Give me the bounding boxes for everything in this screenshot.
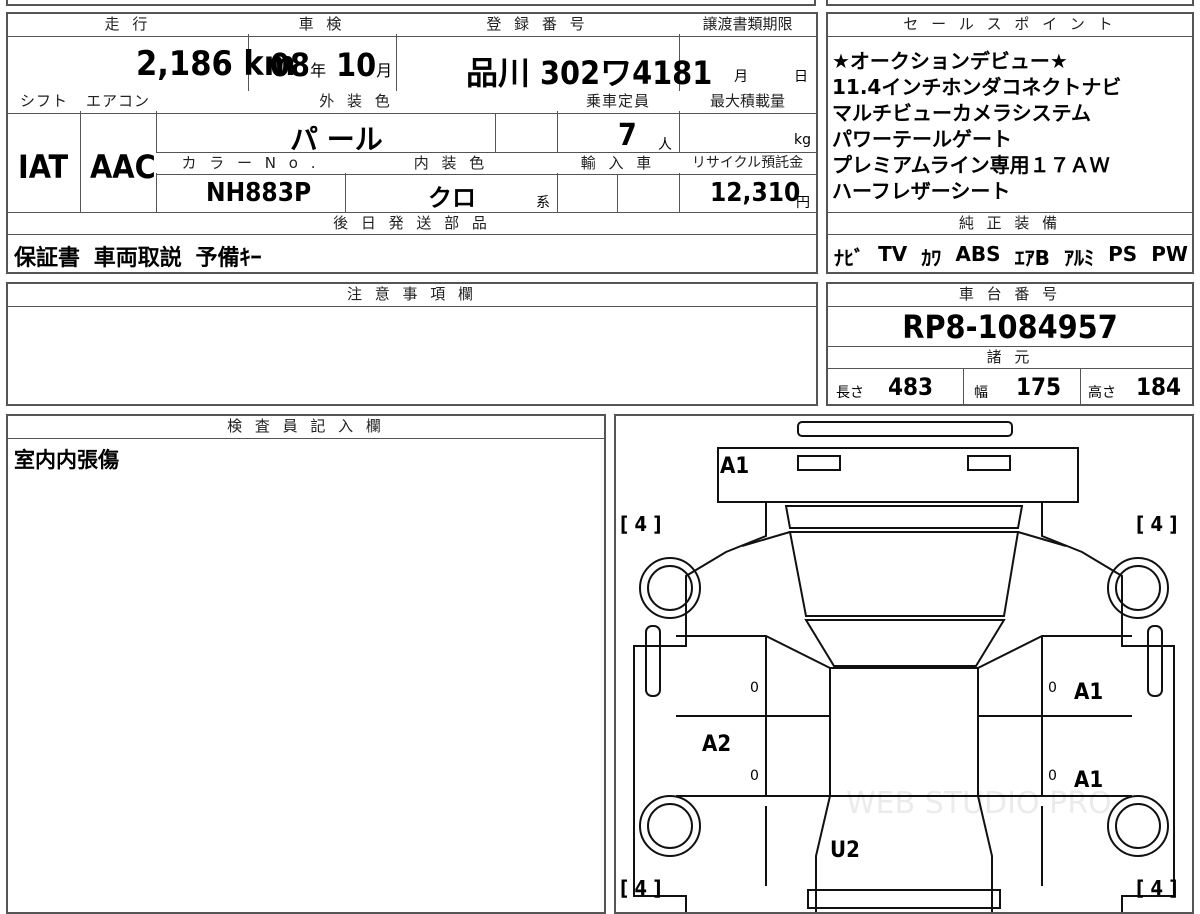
registration-value: 品川 302ワ4181: [466, 54, 713, 92]
sales-line: ★オークションデビュー★: [832, 49, 1068, 73]
capacity-value: 7: [618, 118, 637, 153]
transfer-deadline-label: 譲渡書類期限: [679, 14, 816, 34]
max-load-unit: kg: [794, 132, 811, 148]
transfer-month-unit: 月: [734, 69, 748, 85]
shaken-month: 10: [336, 46, 377, 84]
height-value: 184: [1136, 373, 1182, 401]
equipment-item: PW: [1151, 242, 1188, 266]
import-label: 輸 入 車: [557, 153, 679, 173]
equipment-item: PS: [1108, 242, 1138, 266]
mark-zero-right-rear: 0: [1048, 768, 1057, 784]
equipment-item: ｱﾙﾐ: [1063, 246, 1094, 270]
inspector-value: 室内内張傷: [14, 448, 119, 472]
sales-point-list: ★オークションデビュー★ 11.4インチホンダコネクトナビ マルチビューカメラシ…: [832, 48, 1121, 204]
mark-a1-right-front: A1: [1074, 680, 1104, 705]
sales-line: マルチビューカメラシステム: [832, 101, 1091, 125]
equipment-item: ｴｱB: [1014, 246, 1050, 270]
mark-u2-rear: U2: [830, 838, 860, 863]
sales-point-box: セ ー ル ス ポ イ ン ト ★オークションデビュー★ 11.4インチホンダコ…: [826, 12, 1194, 274]
height-label: 高さ: [1088, 385, 1116, 401]
registration-label: 登 録 番 号: [396, 14, 679, 34]
sales-line: ハーフレザーシート: [832, 179, 1011, 203]
shaken-year-unit: 年: [310, 61, 327, 80]
capacity-label: 乗車定員: [557, 91, 679, 111]
transfer-day-unit: 日: [794, 69, 808, 85]
int-color-value: クロ: [428, 184, 476, 212]
recycle-unit: 円: [796, 195, 810, 211]
later-parts-label: 後 日 発 送 部 品: [8, 213, 816, 233]
mileage-number: 2,186: [136, 44, 233, 84]
shaken-value: 08年 10月: [270, 46, 392, 84]
sales-point-label: セ ー ル ス ポ イ ン ト: [828, 14, 1192, 34]
tire-rear-right: [ 4 ]: [1136, 876, 1178, 900]
equipment-item: TV: [878, 242, 908, 266]
width-label: 幅: [974, 385, 988, 401]
vehicle-info-box: 走 行 車 検 登 録 番 号 譲渡書類期限 2,186 km 08年 10月 …: [6, 12, 818, 274]
length-value: 483: [888, 373, 934, 401]
later-parts-value: 保証書 車両取説 予備ｷｰ: [14, 246, 262, 271]
capacity-unit: 人: [658, 137, 672, 153]
specs-label: 諸 元: [828, 347, 1192, 367]
ac-value: AAC: [90, 148, 156, 186]
mileage-label: 走 行: [8, 14, 248, 34]
mark-a2-left: A2: [702, 732, 732, 757]
mark-a1-front: A1: [720, 454, 750, 479]
shift-label: シフト: [8, 91, 80, 111]
top-strip-right: [826, 0, 1194, 6]
damage-diagram-box: A1 A1 A1 A2 U2 0 0 0 0 [ 4 ] [ 4 ] [ 4 ]…: [614, 414, 1194, 914]
shift-value: IAT: [18, 148, 69, 186]
width-value: 175: [1016, 373, 1062, 401]
sales-line: プレミアムライン専用１７ＡＷ: [832, 153, 1110, 177]
sales-line: 11.4インチホンダコネクトナビ: [832, 75, 1122, 99]
recycle-value: 12,310: [710, 178, 801, 208]
notes-label: 注 意 事 項 欄: [8, 284, 816, 304]
equipment-item: ﾅﾋﾞ: [834, 246, 864, 270]
shaken-year: 08: [270, 46, 311, 84]
inspector-label: 検 査 員 記 入 欄: [8, 416, 604, 436]
equipment-list: ﾅﾋﾞ TV ｶﾜ ABS ｴｱB ｱﾙﾐ PS PW: [834, 242, 1188, 271]
length-label: 長さ: [836, 385, 864, 401]
mark-zero-left-rear: 0: [750, 768, 759, 784]
mark-zero-right-front: 0: [1048, 680, 1057, 696]
equipment-label: 純 正 装 備: [828, 213, 1192, 233]
chassis-value: RP8-1084957: [902, 308, 1118, 346]
int-color-unit: 系: [536, 195, 550, 211]
int-color-label: 内 装 色: [345, 153, 557, 173]
mark-zero-left-front: 0: [750, 680, 759, 696]
ext-color-label: 外 装 色: [156, 91, 557, 111]
top-strip: [6, 0, 816, 6]
car-diagram: [633, 421, 1175, 912]
color-no-label: カ ラ ー N o .: [156, 153, 345, 173]
shaken-month-unit: 月: [376, 61, 393, 80]
ac-label: エアコン: [80, 91, 156, 111]
inspector-box: 検 査 員 記 入 欄 室内内張傷: [6, 414, 606, 914]
max-load-label: 最大積載量: [679, 91, 816, 111]
tire-rear-left: [ 4 ]: [620, 876, 662, 900]
sales-line: パワーテールゲート: [832, 127, 1012, 151]
chassis-box: 車 台 番 号 RP8-1084957 諸 元 長さ 483 幅 175 高さ …: [826, 282, 1194, 406]
color-no-value: NH883P: [206, 178, 312, 208]
chassis-label: 車 台 番 号: [828, 284, 1192, 304]
recycle-label: リサイクル預託金: [679, 153, 816, 173]
shaken-label: 車 検: [248, 14, 396, 34]
notes-box: 注 意 事 項 欄: [6, 282, 818, 406]
tire-front-right: [ 4 ]: [1136, 512, 1178, 536]
equipment-item: ｶﾜ: [921, 246, 942, 270]
watermark: WEB STUDIO PRO: [846, 786, 1112, 821]
ext-color-value: パ ール: [290, 123, 383, 156]
equipment-item: ABS: [955, 242, 1001, 266]
tire-front-left: [ 4 ]: [620, 512, 662, 536]
